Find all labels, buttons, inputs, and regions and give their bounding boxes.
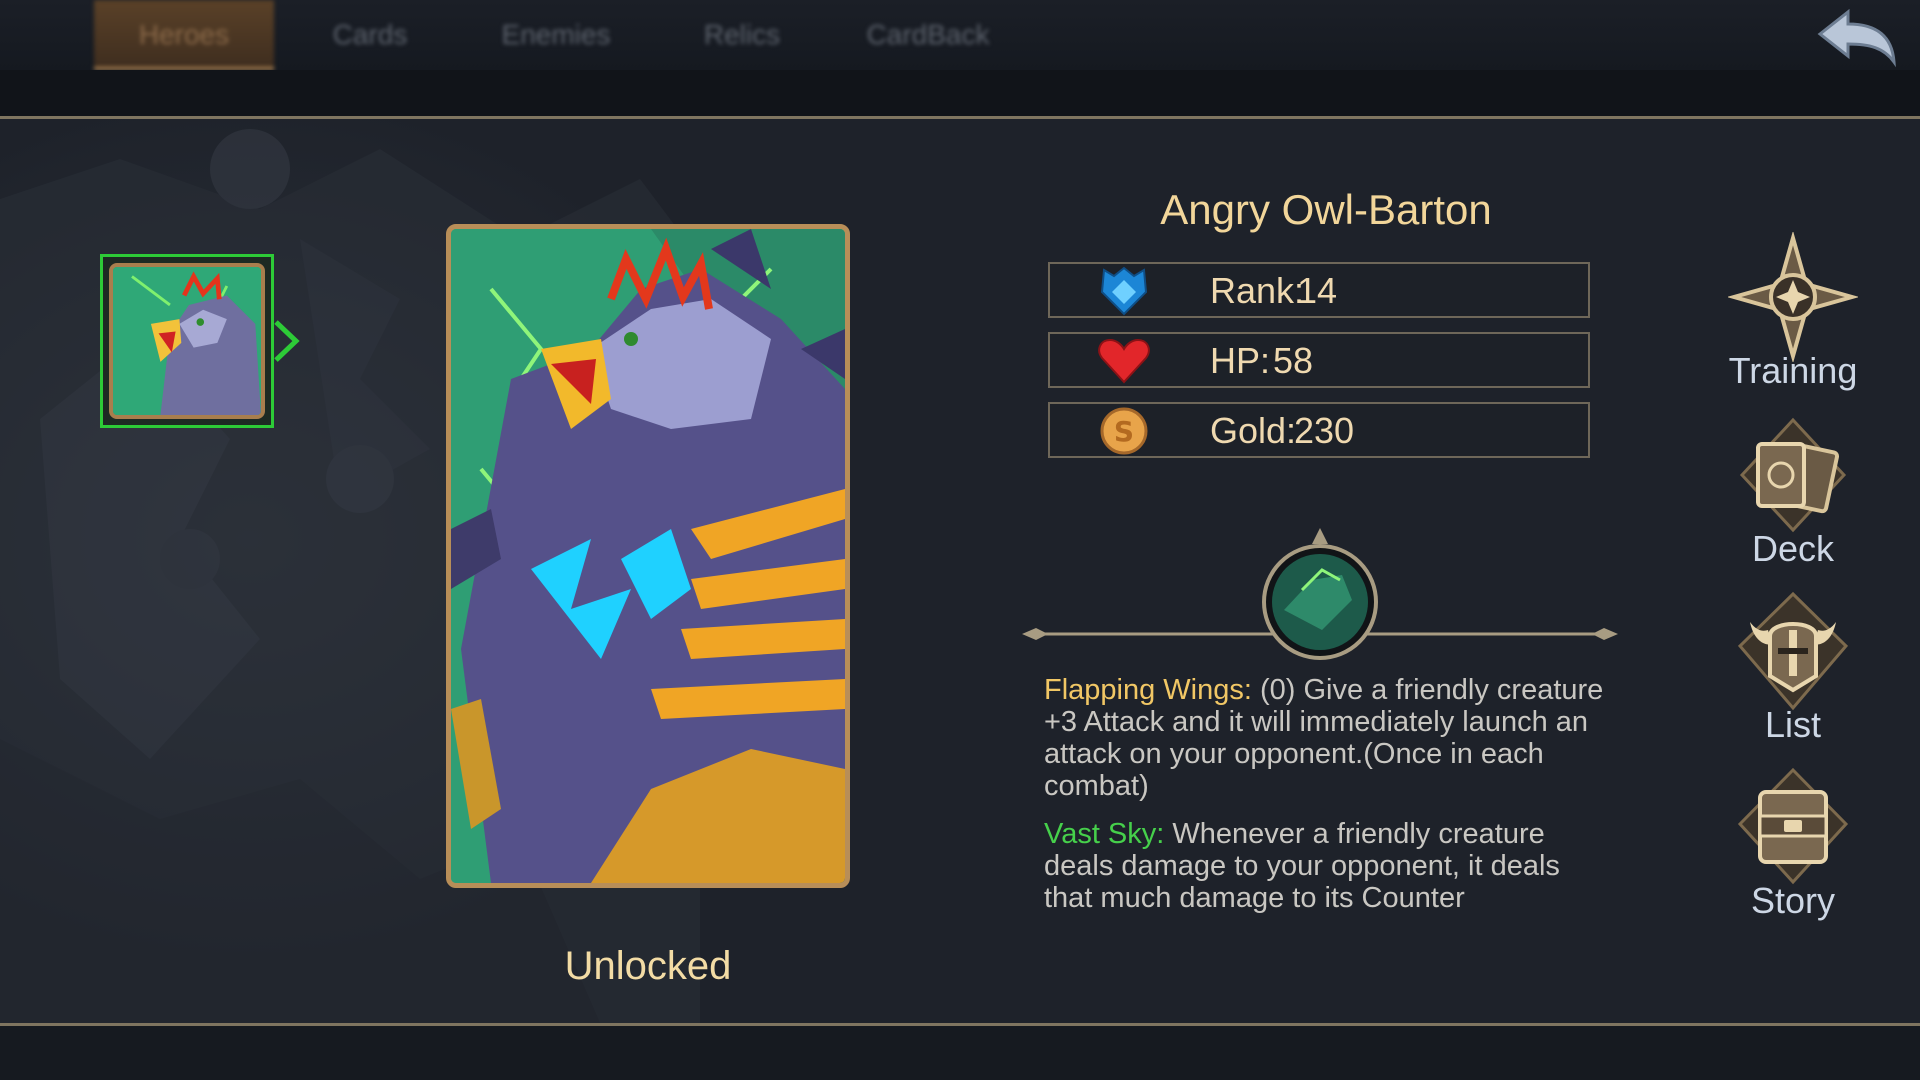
stat-label: HP: [1210, 340, 1271, 381]
menu-label: Story [1750, 880, 1836, 921]
stat-value: 14 [1297, 270, 1338, 311]
book-icon [1737, 767, 1849, 885]
bottom-strip [0, 1026, 1920, 1080]
tab-enemies[interactable]: Enemies [466, 0, 646, 70]
heart-icon [1098, 338, 1150, 384]
stat-row-gold: S Gold: 230 [1048, 402, 1590, 458]
skill-entry: Vast Sky: Whenever a friendly creature d… [1044, 818, 1604, 914]
stat-label: Rank: [1210, 270, 1305, 311]
hero-thumbnail[interactable] [100, 254, 274, 428]
menu-label: List [1764, 704, 1822, 745]
sub-tab-bar [0, 70, 1920, 186]
hero-name: Angry Owl-Barton [1160, 186, 1492, 233]
tab-relics[interactable]: Relics [652, 0, 832, 70]
menu-label: Deck [1751, 528, 1835, 569]
owl-portrait-icon [113, 267, 261, 415]
top-tab-bar: Heroes Cards Enemies Relics CardBack [0, 0, 1920, 70]
compass-star-icon [1728, 232, 1858, 362]
stat-row-rank: Rank: 14 [1048, 262, 1590, 318]
hero-card-art [446, 224, 850, 888]
tab-heroes[interactable]: Heroes [94, 0, 274, 70]
gold-coin-icon: S [1100, 407, 1148, 455]
skills-description: Flapping Wings: (0) Give a friendly crea… [1044, 674, 1604, 930]
stat-value: 58 [1273, 340, 1314, 381]
stat-value: 230 [1294, 410, 1355, 451]
menu-deck-button[interactable]: Deck [1710, 410, 1876, 570]
stat-row-hp: HP: 58 [1048, 332, 1590, 388]
tab-cards[interactable]: Cards [280, 0, 460, 70]
menu-training-button[interactable]: Training [1710, 232, 1876, 392]
menu-story-button[interactable]: Story [1710, 762, 1876, 922]
rank-shield-icon [1100, 266, 1148, 316]
skill-name: Flapping Wings: [1044, 674, 1252, 706]
menu-list-button[interactable]: List [1710, 586, 1876, 746]
skill-entry: Flapping Wings: (0) Give a friendly crea… [1044, 674, 1604, 802]
owl-card-illustration [451, 229, 845, 883]
hero-detail-panel [0, 116, 1920, 1026]
back-button[interactable] [1814, 6, 1898, 68]
stat-label: Gold: [1210, 410, 1297, 451]
card-deck-icon [1739, 417, 1847, 533]
menu-label: Training [1728, 350, 1858, 391]
svg-text:S: S [1114, 415, 1134, 448]
horned-helmet-icon [1737, 591, 1849, 711]
hero-portrait-small [109, 263, 265, 419]
hero-status-label: Unlocked [564, 944, 732, 988]
selected-arrow-icon [274, 320, 300, 362]
back-arrow-icon [1817, 8, 1896, 68]
skill-divider [1022, 528, 1618, 660]
tab-cardback[interactable]: CardBack [838, 0, 1018, 70]
skill-name: Vast Sky: [1044, 818, 1165, 850]
